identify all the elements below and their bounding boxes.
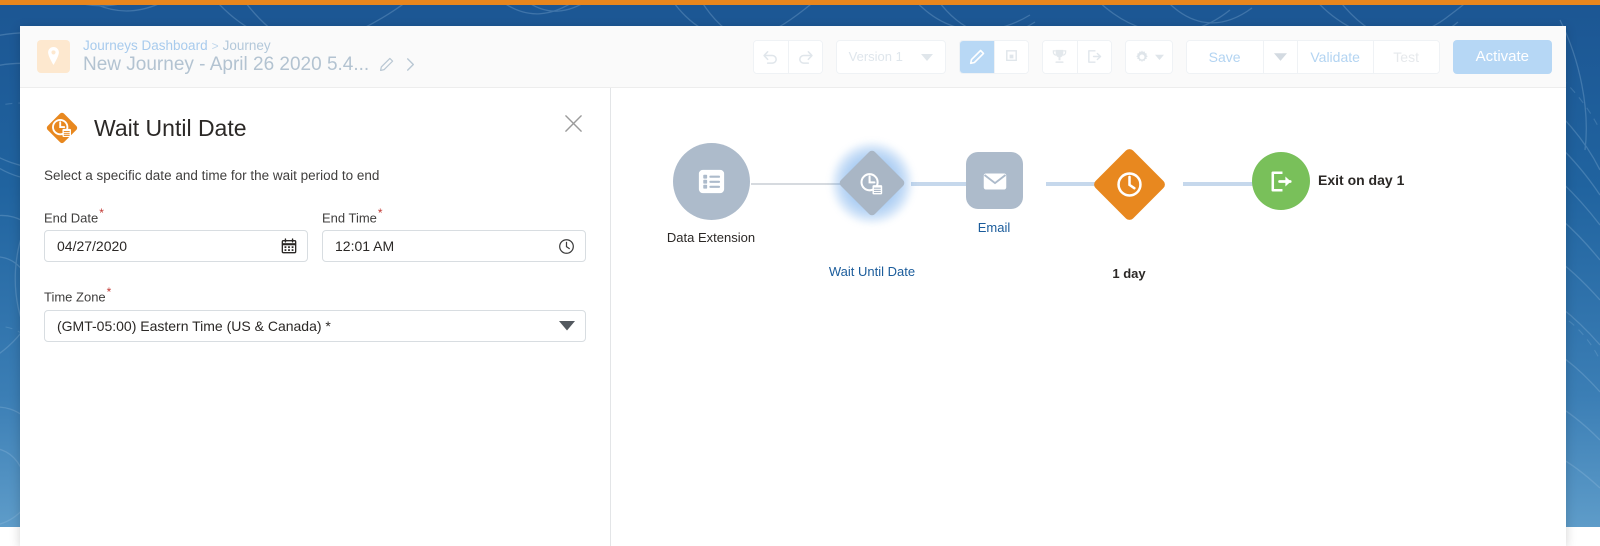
gear-icon [1135, 49, 1148, 62]
save-button[interactable]: Save [1186, 40, 1263, 73]
time-zone-field-row: Time Zone* (GMT-05:00) Eastern Time (US … [44, 285, 586, 342]
breadcrumb-row: Journeys Dashboard > Journey [83, 38, 417, 53]
page-title: New Journey - April 26 2020 5.4... [83, 54, 417, 75]
close-panel-button[interactable] [560, 110, 586, 136]
breadcrumb-current: Journey [222, 37, 271, 53]
list-icon [698, 169, 725, 194]
node-data-extension[interactable]: Data Extension [667, 143, 755, 245]
end-time-label: End Time* [322, 206, 586, 225]
wait-1-day-node-icon [1114, 169, 1145, 200]
caret-down-icon [1273, 53, 1287, 61]
wait-until-date-node-icon [856, 167, 889, 200]
end-date-input[interactable]: 04/27/2020 [44, 230, 308, 263]
wait-until-date-panel: Wait Until Date Select a specific date a… [20, 88, 611, 546]
test-button[interactable]: Test [1372, 40, 1439, 73]
undo-icon [763, 51, 778, 64]
end-date-label-text: End Date [44, 210, 99, 226]
breadcrumb-separator: > [211, 38, 219, 53]
node-email[interactable]: Email [966, 152, 1023, 235]
journey-location-badge [37, 39, 70, 73]
redo-button[interactable] [787, 40, 822, 73]
header-toolbar: Version 1 Save Validate Test Activate [752, 39, 1552, 74]
required-marker: * [99, 206, 104, 220]
end-time-label-text: End Time [322, 210, 377, 226]
app-body: Wait Until Date Select a specific date a… [20, 88, 1566, 546]
end-date-field: End Date* 04/27/2020 [44, 206, 308, 263]
node-label-wait-1-day: 1 day [1112, 266, 1146, 281]
close-icon [564, 114, 582, 132]
end-time-value: 12:01 AM [335, 238, 395, 255]
end-time-input[interactable]: 12:01 AM [322, 230, 586, 263]
exit-arrow-icon [1087, 50, 1101, 63]
validate-button[interactable]: Validate [1296, 40, 1373, 73]
breadcrumb-root-link[interactable]: Journeys Dashboard [83, 38, 208, 53]
undo-button[interactable] [753, 40, 788, 73]
journey-builder-app: Journeys Dashboard > Journey New Journey -… [20, 26, 1566, 546]
time-zone-label-text: Time Zone [44, 289, 106, 305]
required-marker: * [377, 206, 383, 220]
time-zone-value: (GMT-05:00) Eastern Time (US & Canada) * [57, 317, 331, 334]
edit-mode-button[interactable] [959, 40, 994, 73]
caret-down-icon [1154, 54, 1164, 60]
history-button-group [752, 39, 823, 74]
mode-button-group [958, 39, 1029, 74]
node-exit[interactable]: Exit on day 1 [1252, 152, 1404, 210]
settings-button[interactable] [1125, 40, 1172, 73]
goals-button[interactable] [1042, 40, 1077, 73]
panel-description: Select a specific date and time for the … [44, 168, 380, 183]
layers-icon [1005, 50, 1017, 61]
save-options-button[interactable] [1262, 40, 1297, 73]
caret-down-icon[interactable] [559, 320, 575, 331]
journey-canvas[interactable]: Data Extension Wait Until Date Email 1 d… [611, 88, 1566, 546]
version-select[interactable]: Version 1 [836, 40, 945, 73]
envelope-icon [983, 173, 1006, 189]
journey-flow: Data Extension Wait Until Date Email 1 d… [611, 88, 1566, 546]
node-label-data-extension: Data Extension [666, 230, 756, 245]
save-button-group: Save Validate Test [1185, 39, 1440, 74]
wait-until-date-icon [46, 112, 78, 144]
trophy-icon [1052, 49, 1067, 63]
goals-button-group [1041, 39, 1112, 74]
time-zone-label: Time Zone* [44, 285, 586, 304]
node-label-wait-until-date: Wait Until Date [828, 264, 916, 279]
pencil-icon [969, 49, 984, 64]
panel-header: Wait Until Date [44, 110, 586, 146]
wait-1-day-shape [1092, 147, 1167, 222]
chevron-right-icon[interactable] [404, 57, 417, 72]
map-pin-icon [48, 47, 59, 66]
exit-shape [1252, 152, 1310, 210]
connector-wait1day-to-exit [1183, 182, 1255, 186]
calendar-icon[interactable] [281, 238, 297, 254]
caret-down-icon [920, 53, 933, 61]
version-button-group: Version 1 [835, 39, 946, 74]
end-date-value: 04/27/2020 [57, 238, 128, 255]
time-zone-field: Time Zone* (GMT-05:00) Eastern Time (US … [44, 285, 586, 342]
clock-icon[interactable] [558, 238, 575, 255]
panel-title: Wait Until Date [94, 114, 247, 141]
redo-icon [798, 51, 813, 64]
data-extension-shape [673, 143, 750, 220]
app-header: Journeys Dashboard > Journey New Journey -… [20, 26, 1566, 88]
exit-arrow-icon [1271, 171, 1292, 191]
end-time-field: End Time* 12:01 AM [322, 206, 586, 263]
top-accent-rule [0, 0, 1600, 5]
breadcrumb: Journeys Dashboard > Journey New Journey -… [83, 38, 417, 76]
copy-mode-button[interactable] [993, 40, 1028, 73]
required-marker: * [106, 285, 112, 300]
journey-name-text: New Journey - April 26 2020 5.4... [83, 54, 370, 76]
date-time-field-row: End Date* 04/27/2020 End Time* 12:01 AM [44, 206, 586, 263]
email-shape [966, 152, 1023, 209]
node-label-email: Email [977, 220, 1011, 235]
header-left: Journeys Dashboard > Journey New Journey -… [20, 38, 417, 76]
version-label: Version 1 [848, 49, 903, 64]
settings-button-group [1124, 39, 1173, 74]
pencil-icon[interactable] [379, 57, 394, 72]
end-date-label: End Date* [44, 206, 308, 225]
time-zone-select[interactable]: (GMT-05:00) Eastern Time (US & Canada) * [44, 309, 586, 342]
journey-exit-button[interactable] [1076, 40, 1111, 73]
activate-button[interactable]: Activate [1452, 39, 1552, 74]
node-label-exit: Exit on day 1 [1318, 172, 1405, 188]
